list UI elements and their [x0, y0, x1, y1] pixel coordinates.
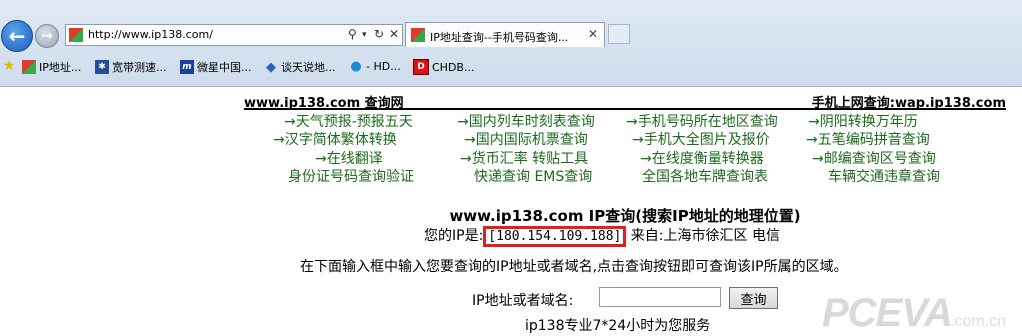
new-tab-button[interactable]	[608, 24, 630, 44]
link-traffic[interactable]: 车辆交通违章查询	[828, 166, 940, 186]
ip-field-label: IP地址或者域名:	[472, 293, 574, 309]
favorites-bar: ★ IP地址... ✱ 宽带测速... m 微星中国... ◆ 谈天说地... …	[0, 56, 1022, 78]
ip-prefix: 您的IP是:	[424, 228, 484, 244]
ip-input[interactable]	[599, 287, 721, 307]
link-phones[interactable]: →手机大全图片及报价	[632, 129, 770, 149]
favorite-item-ip[interactable]: IP地址...	[22, 59, 81, 75]
tab-favicon-icon	[411, 28, 425, 42]
mobile-title[interactable]: 手机上网查询:wap.ip138.com	[812, 92, 1006, 111]
instruction-text: 在下面输入框中输入您要查询的IP地址或者域名,点击查询按钮即可查询该IP所属的区…	[300, 259, 848, 275]
link-chinese-convert[interactable]: →汉字简体繁体转换	[273, 129, 397, 149]
top-bar: www.ip138.com 查询网 手机上网查询:wap.ip138.com	[244, 92, 1006, 111]
ip-location: 来自:上海市徐汇区 电信	[626, 228, 780, 244]
diamond-icon: ◆	[266, 59, 276, 75]
footer-text: ip138专业7*24小时为您服务	[525, 318, 711, 334]
close-tab-icon[interactable]: ✕	[588, 27, 598, 41]
favorite-item-hd[interactable]: ● - HD...	[349, 58, 400, 74]
address-bar[interactable]: http://www.ip138.com/ ⚲ ▾ ↻ ✕	[65, 24, 403, 46]
site-favicon-icon	[69, 28, 83, 42]
browser-chrome: ← → http://www.ip138.com/ ⚲ ▾ ↻ ✕ IP地址查询…	[0, 0, 1022, 87]
link-postcode[interactable]: →邮编查询区号查询	[812, 148, 936, 168]
tab-active[interactable]: IP地址查询--手机号码查询... ✕	[405, 22, 605, 47]
page-content: www.ip138.com 查询网 手机上网查询:wap.ip138.com →…	[0, 87, 1022, 335]
link-weather[interactable]: →天气预报-预报五天	[284, 111, 413, 131]
refresh-icon[interactable]: ↻	[374, 27, 384, 41]
link-express[interactable]: 快递查询 EMS查询	[474, 166, 592, 186]
ip138-icon	[22, 60, 36, 74]
site-title[interactable]: www.ip138.com 查询网	[244, 92, 404, 111]
favorite-item-msi[interactable]: m 微星中国...	[180, 59, 252, 75]
link-translate[interactable]: →在线翻译	[315, 148, 383, 168]
forward-button[interactable]: →	[35, 24, 59, 48]
link-license-plate[interactable]: 全国各地车牌查询表	[642, 166, 768, 186]
link-flights[interactable]: →国内国际机票查询	[464, 129, 588, 149]
watermark-logo: PCEVA	[822, 291, 953, 335]
search-icon[interactable]: ⚲	[348, 27, 357, 41]
favorite-item-talk[interactable]: ◆ 谈天说地...	[264, 59, 336, 75]
back-button[interactable]: ←	[1, 20, 33, 52]
link-train[interactable]: →国内列车时刻表查询	[457, 111, 595, 131]
ip-result: 您的IP是: [180.154.109.188] 来自:上海市徐汇区 电信	[424, 225, 780, 247]
query-button[interactable]: 查询	[729, 287, 778, 309]
tab-title: IP地址查询--手机号码查询...	[430, 31, 569, 44]
link-calendar[interactable]: →阴阳转换万年历	[808, 111, 918, 131]
favorite-item-chdb[interactable]: D CHDB...	[413, 59, 474, 75]
speedtest-icon: ✱	[95, 60, 109, 74]
favorites-star-icon[interactable]: ★	[2, 58, 19, 74]
link-unit-convert[interactable]: →在线度衡量转换器	[640, 148, 764, 168]
watermark-domain: .com.cn	[950, 313, 1007, 330]
stop-icon[interactable]: ✕	[389, 27, 399, 41]
address-url: http://www.ip138.com/	[88, 28, 213, 41]
link-currency[interactable]: →货币汇率 转贴工具	[460, 148, 588, 168]
link-wubi[interactable]: →五笔编码拼音查询	[806, 129, 930, 149]
chdb-icon: D	[413, 59, 429, 75]
dropdown-icon[interactable]: ▾	[362, 30, 367, 40]
ip-address-box: [180.154.109.188]	[483, 226, 627, 247]
link-idcard[interactable]: 身份证号码查询验证	[288, 166, 414, 186]
query-title: www.ip138.com IP查询(搜索IP地址的地理位置)	[449, 207, 801, 225]
msi-icon: m	[180, 60, 194, 74]
bulb-icon: ●	[350, 58, 362, 74]
link-mobile-location[interactable]: →手机号码所在地区查询	[626, 111, 778, 131]
favorite-item-speedtest[interactable]: ✱ 宽带测速...	[95, 59, 167, 75]
